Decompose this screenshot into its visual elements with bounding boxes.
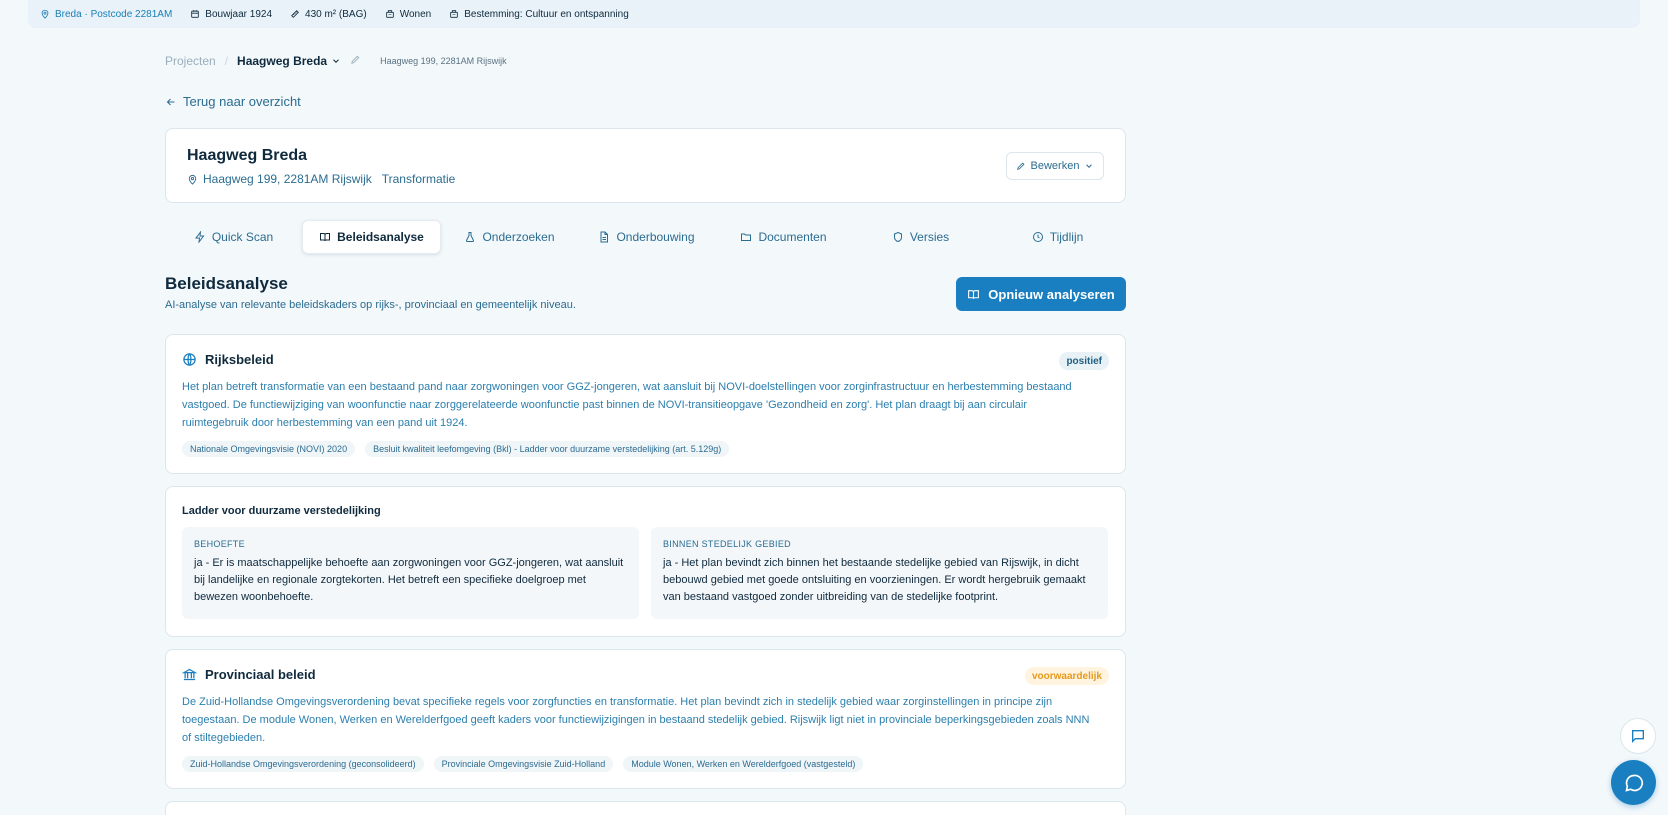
chat-button[interactable] bbox=[1611, 760, 1656, 805]
pencil-icon bbox=[1016, 162, 1025, 170]
lightning-icon bbox=[194, 231, 205, 243]
project-header-card: Haagweg Breda Haagweg 199, 2281AM Rijswi… bbox=[165, 128, 1126, 203]
pencil-icon bbox=[351, 55, 360, 64]
project-address-text: Haagweg 199, 2281AM Rijswijk bbox=[203, 172, 372, 186]
provinciaal-header: Provinciaal beleid bbox=[182, 667, 316, 682]
ladder-title: Ladder voor duurzame verstedelijking bbox=[182, 505, 381, 517]
tab-label: Onderbouwing bbox=[616, 230, 695, 244]
breadcrumb-address: Haagweg 199, 2281AM Rijswijk bbox=[380, 56, 507, 66]
function-text: Wonen bbox=[399, 8, 432, 20]
ladder-need-text: ja - Er is maatschappelijke behoefte aan… bbox=[194, 557, 624, 603]
top-info-bar: Breda · Postcode 2281AM Bouwjaar 1924 43… bbox=[28, 0, 1640, 28]
arrow-left-icon bbox=[166, 98, 175, 105]
chevron-down-icon bbox=[333, 59, 339, 63]
message-square-icon bbox=[1632, 730, 1644, 743]
project-switcher-label: Haagweg Breda bbox=[237, 54, 328, 68]
location-text: Breda · Postcode 2281AM bbox=[55, 8, 173, 20]
section-title: Beleidsanalyse bbox=[165, 274, 288, 293]
flask-icon bbox=[466, 232, 475, 242]
location-chip: Breda · Postcode 2281AM bbox=[40, 9, 172, 20]
project-title: Haagweg Breda bbox=[187, 147, 308, 164]
source-tag: Nationale Omgevingsvisie (NOVI) 2020 bbox=[182, 441, 356, 457]
provinciaal-title: Provinciaal beleid bbox=[205, 667, 316, 682]
clock-icon bbox=[1032, 232, 1043, 242]
destination-text: Bestemming: Cultuur en ontspanning bbox=[464, 8, 629, 20]
rijksbeleid-card: Rijksbeleid positief Het plan betreft tr… bbox=[165, 334, 1126, 474]
rijksbeleid-text: Het plan betreft transformatie van een b… bbox=[182, 381, 1072, 429]
back-to-overview-link[interactable]: Terug naar overzicht bbox=[165, 94, 301, 109]
rijksbeleid-title: Rijksbeleid bbox=[205, 352, 274, 367]
tab-beleidsanalyse[interactable]: Beleidsanalyse bbox=[302, 220, 441, 254]
rijksbeleid-tags: Nationale Omgevingsvisie (NOVI) 2020 Bes… bbox=[182, 441, 730, 457]
status-badge: positief bbox=[1059, 352, 1109, 370]
ruler-icon bbox=[291, 10, 299, 18]
back-link-label: Terug naar overzicht bbox=[183, 94, 301, 109]
function-chip: Wonen bbox=[385, 8, 432, 20]
tab-label: Documenten bbox=[758, 230, 827, 244]
folder-icon bbox=[741, 233, 752, 241]
project-type: Transformatie bbox=[381, 172, 456, 186]
breadcrumb: Projecten / Haagweg Breda Haagweg 199, 2… bbox=[165, 53, 507, 69]
ladder-urban-label: BINNEN STEDELIJK GEBIED bbox=[663, 539, 791, 549]
provinciaal-tags: Zuid-Hollandse Omgevingsverordening (gec… bbox=[182, 756, 864, 772]
book-icon bbox=[320, 233, 331, 242]
globe-icon bbox=[183, 353, 196, 366]
building-icon bbox=[450, 10, 458, 18]
ladder-need-box: BEHOEFTE ja - Er is maatschappelijke beh… bbox=[182, 527, 639, 619]
rename-project-button[interactable] bbox=[350, 54, 361, 68]
reanalyze-button-label: Opnieuw analyseren bbox=[988, 286, 1115, 302]
tab-label: Onderzoeken bbox=[482, 230, 555, 244]
ladder-card: Ladder voor duurzame verstedelijking BEH… bbox=[165, 486, 1126, 637]
area-text: 430 m² (BAG) bbox=[305, 8, 367, 20]
ladder-urban-box: BINNEN STEDELIJK GEBIED ja - Het plan be… bbox=[651, 527, 1108, 619]
ladder-need-label: BEHOEFTE bbox=[194, 539, 245, 549]
institution-icon bbox=[182, 668, 197, 681]
tab-label: Versies bbox=[909, 230, 950, 244]
shield-icon bbox=[893, 231, 902, 243]
project-meta: Haagweg 199, 2281AM Rijswijk Transformat… bbox=[187, 172, 455, 186]
next-policy-card bbox=[165, 801, 1126, 815]
tab-onderzoeken[interactable]: Onderzoeken bbox=[441, 220, 578, 254]
tab-label: Tijdlijn bbox=[1049, 230, 1084, 244]
chat-bubble-icon bbox=[1624, 774, 1643, 792]
project-address: Haagweg 199, 2281AM Rijswijk bbox=[187, 172, 372, 186]
section-subtitle: AI-analyse van relevante beleidskaders o… bbox=[165, 299, 576, 311]
tab-quick-scan[interactable]: Quick Scan bbox=[165, 220, 302, 254]
tab-onderbouwing[interactable]: Onderbouwing bbox=[578, 220, 715, 254]
year-text: Bouwjaar 1924 bbox=[205, 8, 273, 20]
tab-label: Quick Scan bbox=[211, 230, 274, 244]
tab-versies[interactable]: Versies bbox=[852, 220, 989, 254]
destination-chip: Bestemming: Cultuur en ontspanning bbox=[449, 9, 629, 20]
area-chip: 430 m² (BAG) bbox=[290, 9, 367, 20]
status-badge: voorwaardelijk bbox=[1024, 667, 1109, 685]
calendar-icon bbox=[191, 10, 200, 18]
feedback-button[interactable] bbox=[1620, 718, 1656, 754]
breadcrumb-separator: / bbox=[224, 54, 229, 68]
rijksbeleid-header: Rijksbeleid bbox=[182, 352, 274, 367]
edit-button-label: Bewerken bbox=[1030, 160, 1080, 172]
building-icon bbox=[385, 10, 394, 18]
edit-button[interactable]: Bewerken bbox=[1006, 152, 1104, 180]
project-tabs: Quick Scan Beleidsanalyse Onderzoeken On… bbox=[165, 220, 1126, 254]
reanalyze-button[interactable]: Opnieuw analyseren bbox=[956, 277, 1126, 311]
book-icon bbox=[968, 289, 980, 299]
ladder-urban-text: ja - Het plan bevindt zich binnen het be… bbox=[663, 557, 1086, 603]
source-tag: Besluit kwaliteit leefomgeving (Bkl) - L… bbox=[365, 441, 730, 457]
source-tag: Provinciale Omgevingsvisie Zuid-Holland bbox=[433, 756, 614, 772]
chevron-down-icon bbox=[1086, 164, 1093, 168]
map-pin-icon bbox=[188, 174, 197, 185]
source-tag: Zuid-Hollandse Omgevingsverordening (gec… bbox=[182, 756, 424, 772]
document-icon bbox=[600, 231, 609, 243]
map-pin-icon bbox=[41, 9, 49, 19]
tab-label: Beleidsanalyse bbox=[337, 230, 424, 244]
provinciaal-card: Provinciaal beleid voorwaardelijk De Zui… bbox=[165, 649, 1126, 789]
provinciaal-text: De Zuid-Hollandse Omgevingsverordening b… bbox=[182, 696, 1090, 744]
year-chip: Bouwjaar 1924 bbox=[190, 9, 272, 20]
tab-documenten[interactable]: Documenten bbox=[715, 220, 852, 254]
project-switcher[interactable]: Haagweg Breda bbox=[237, 54, 341, 68]
breadcrumb-projects-link[interactable]: Projecten bbox=[165, 54, 216, 68]
tab-tijdlijn[interactable]: Tijdlijn bbox=[989, 220, 1126, 254]
source-tag: Module Wonen, Werken en Werelderfgoed (v… bbox=[623, 756, 864, 772]
